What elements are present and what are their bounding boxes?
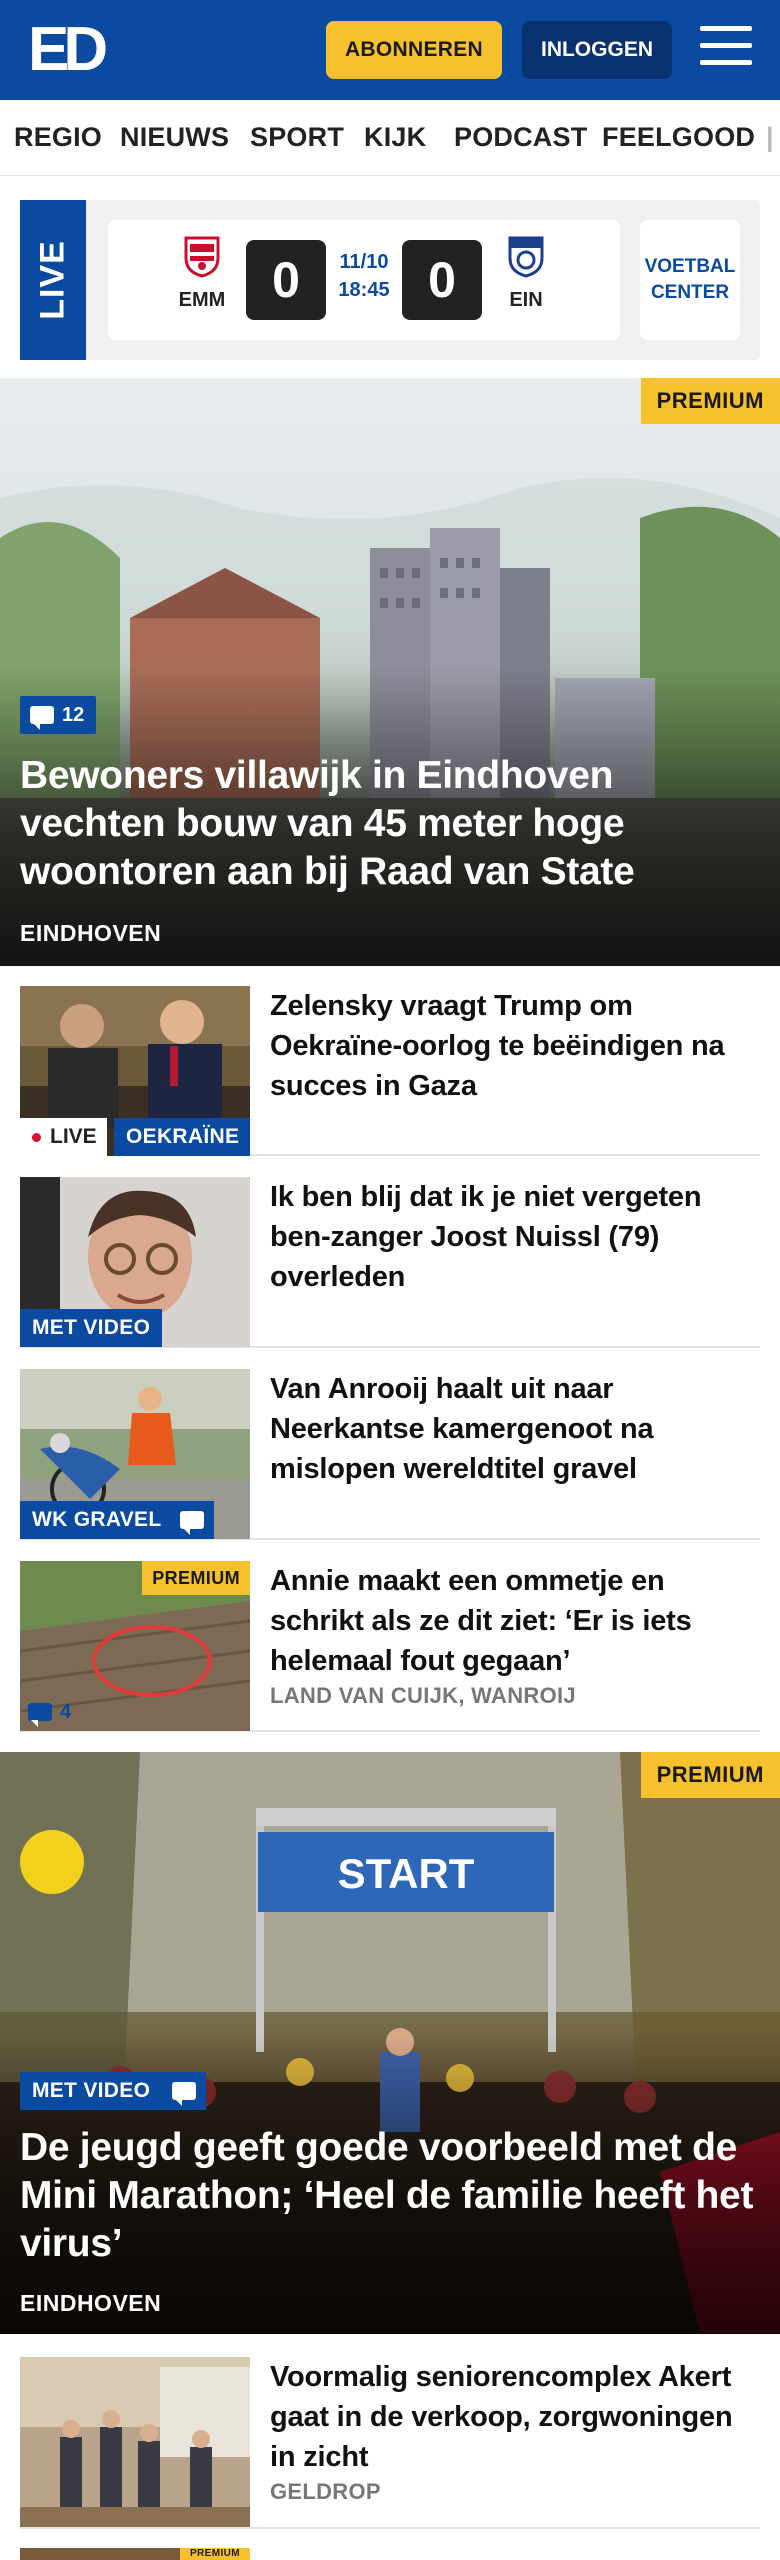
- logo-text: ED: [28, 15, 108, 84]
- comment-icon: [28, 1703, 52, 1727]
- comment-icon: [30, 706, 54, 730]
- comment-count-badge[interactable]: 4: [20, 1693, 83, 1731]
- home-team: EMM: [172, 234, 232, 312]
- list-item[interactable]: PREMIUM 4 Annie maakt een ommetje en sch…: [20, 1561, 760, 1732]
- nav-item-feelgood[interactable]: FEELGOOD: [602, 122, 755, 153]
- home-team-abbr: EMM: [178, 289, 226, 311]
- site-header: ED ABONNEREN INLOGGEN: [0, 0, 780, 100]
- hero-article-mini-marathon[interactable]: START PREMIUM MET VIDEO De jeugd geeft g…: [0, 1752, 780, 2334]
- thumbnail-image-akert-complex: [20, 2357, 250, 2527]
- article-title[interactable]: Voormalig seniorencomplex Akert gaat in …: [270, 2357, 760, 2477]
- match-datetime: 11/10 18:45: [324, 248, 404, 304]
- hero-location: EINDHOVEN: [20, 920, 162, 946]
- list-item[interactable]: PREMIUM: [20, 2548, 760, 2560]
- comment-count: 12: [62, 704, 85, 726]
- premium-badge: PREMIUM: [640, 1752, 780, 1798]
- nav-overflow-indicator: |: [766, 122, 774, 152]
- list-item[interactable]: MET VIDEO Ik ben blij dat ik je niet ver…: [20, 1177, 760, 1348]
- article-title[interactable]: Zelensky vraagt Trump om Oekraïne-oorlog…: [270, 986, 760, 1106]
- match-card[interactable]: EMM 0 11/10 18:45 0 EIN: [108, 220, 620, 340]
- premium-badge: PREMIUM: [142, 1561, 250, 1595]
- video-label[interactable]: MET VIDEO: [20, 1309, 163, 1347]
- live-scores-bar: LIVE EMM 0 11/10 18:45 0 EIN VOETBAL CEN…: [0, 176, 780, 376]
- match-date: 11/10: [339, 251, 389, 273]
- article-thumbnail: WK GRAVEL: [20, 1369, 250, 1539]
- live-panel: LIVE EMM 0 11/10 18:45 0 EIN VOETBAL CEN…: [20, 200, 760, 360]
- list-item[interactable]: LIVE OEKRAÏNE Zelensky vraagt Trump om O…: [20, 986, 760, 1156]
- live-label: LIVE: [20, 1118, 107, 1156]
- fc-emmen-crest-icon: [184, 236, 220, 278]
- hero-headline[interactable]: De jeugd geeft goede voorbeeld met de Mi…: [20, 2124, 760, 2268]
- away-team-abbr: EIN: [509, 289, 543, 311]
- comment-icon[interactable]: [162, 2072, 206, 2110]
- nav-item-podcast[interactable]: PODCAST: [454, 122, 587, 153]
- voetbal-center-link[interactable]: VOETBAL CENTER: [640, 220, 740, 340]
- article-thumbnail: PREMIUM: [20, 2548, 250, 2560]
- home-score: 0: [246, 240, 326, 320]
- site-logo[interactable]: ED: [28, 15, 116, 84]
- fc-eindhoven-crest-icon: [508, 236, 544, 278]
- article-title[interactable]: Annie maakt een ommetje en schrikt als z…: [270, 1561, 760, 1681]
- start-arch-text: START: [338, 1850, 475, 1897]
- list-item[interactable]: Voormalig seniorencomplex Akert gaat in …: [20, 2357, 760, 2529]
- section-nav: REGIO NIEUWS SPORT KIJK PODCAST FEELGOOD…: [0, 100, 780, 176]
- hero-headline[interactable]: Bewoners villawijk in Eindhoven vechten …: [20, 752, 760, 896]
- article-thumbnail: [20, 2357, 250, 2527]
- list-item[interactable]: WK GRAVEL Van Anrooij haalt uit naar Nee…: [20, 1369, 760, 1540]
- category-label[interactable]: WK GRAVEL: [20, 1501, 174, 1539]
- hamburger-menu-icon[interactable]: [700, 26, 752, 72]
- comment-icon[interactable]: [170, 1501, 214, 1539]
- article-location: GELDROP: [270, 2479, 381, 2504]
- article-title[interactable]: Ik ben blij dat ik je niet vergeten ben-…: [270, 1177, 760, 1297]
- article-thumbnail: PREMIUM 4: [20, 1561, 250, 1731]
- article-location: LAND VAN CUIJK, WANROIJ: [270, 1683, 576, 1708]
- premium-badge: PREMIUM: [640, 378, 780, 424]
- login-button[interactable]: INLOGGEN: [522, 21, 672, 79]
- category-label[interactable]: OEKRAÏNE: [114, 1118, 250, 1156]
- live-tab-label: LIVE: [33, 240, 72, 320]
- video-label[interactable]: MET VIDEO: [20, 2072, 163, 2110]
- nav-item-sport[interactable]: SPORT: [250, 122, 344, 153]
- nav-item-nieuws[interactable]: NIEUWS: [120, 122, 229, 153]
- article-thumbnail: MET VIDEO: [20, 1177, 250, 1347]
- match-time: 18:45: [338, 279, 390, 301]
- away-score: 0: [402, 240, 482, 320]
- hero-article-woontoren[interactable]: PREMIUM 12 Bewoners villawijk in Eindhov…: [0, 378, 780, 966]
- premium-badge: PREMIUM: [179, 2548, 250, 2560]
- comment-count: 4: [60, 1701, 72, 1723]
- nav-item-kijk[interactable]: KIJK: [364, 122, 426, 153]
- live-tab[interactable]: LIVE: [20, 200, 86, 360]
- subscribe-button[interactable]: ABONNEREN: [326, 21, 502, 79]
- away-team: EIN: [496, 234, 556, 312]
- comment-count-badge[interactable]: 12: [20, 696, 97, 734]
- article-thumbnail: LIVE OEKRAÏNE: [20, 986, 250, 1156]
- nav-item-regio[interactable]: REGIO: [14, 122, 102, 153]
- article-title[interactable]: Van Anrooij haalt uit naar Neerkantse ka…: [270, 1369, 760, 1489]
- hero-location: EINDHOVEN: [20, 2290, 162, 2316]
